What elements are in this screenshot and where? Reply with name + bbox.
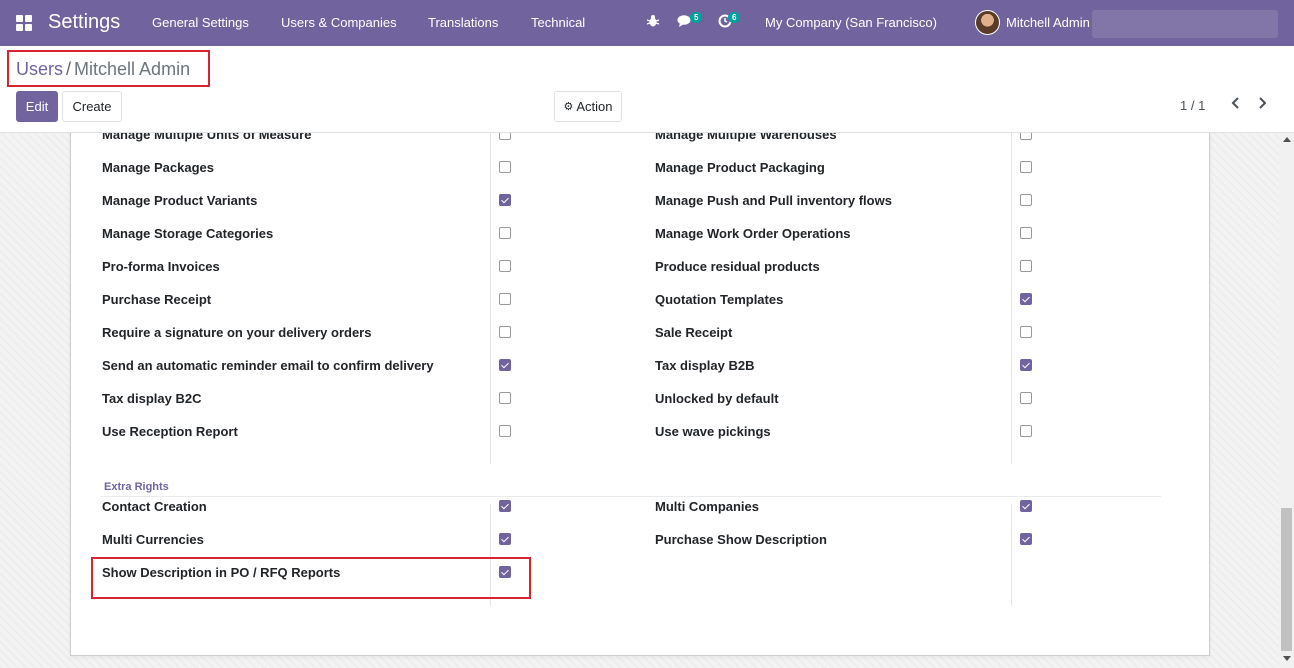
checkbox-unlocked-by-default[interactable] xyxy=(1020,392,1032,404)
edit-button[interactable]: Edit xyxy=(16,91,58,122)
menu-technical[interactable]: Technical xyxy=(531,15,585,30)
right-label-unlocked-by-default: Unlocked by default xyxy=(655,391,779,406)
right-label-multi-companies: Multi Companies xyxy=(655,499,760,514)
checkbox-manage-storage-categories[interactable] xyxy=(499,227,511,239)
extra-rights-title: Extra Rights xyxy=(104,481,169,493)
bug-icon[interactable] xyxy=(646,14,660,31)
chevron-right-icon[interactable] xyxy=(1258,96,1268,114)
user-menu[interactable]: Mitchell Admin xyxy=(1006,15,1090,30)
checkbox-manage-push-and-pull-inventory-flows[interactable] xyxy=(1020,194,1032,206)
extra-divider-right xyxy=(1011,504,1012,606)
checkbox-manage-product-packaging[interactable] xyxy=(1020,161,1032,173)
right-label-purchase-show-description: Purchase Show Description xyxy=(655,532,827,547)
right-label-require-a-signature-on-your-delivery-orders: Require a signature on your delivery ord… xyxy=(102,325,372,340)
action-label: Action xyxy=(576,99,613,114)
checkbox-tax-display-b2b[interactable] xyxy=(1020,359,1032,371)
right-label-manage-storage-categories: Manage Storage Categories xyxy=(102,226,274,241)
action-button[interactable]: ⚙ Action xyxy=(554,91,622,122)
right-label-manage-work-order-operations: Manage Work Order Operations xyxy=(655,226,851,241)
right-label-use-reception-report: Use Reception Report xyxy=(102,424,238,439)
pager-value[interactable]: 1 / 1 xyxy=(1180,98,1205,113)
scroll-up-arrow[interactable] xyxy=(1283,137,1291,142)
top-navbar: Settings General Settings Users & Compan… xyxy=(0,0,1294,46)
checkbox-manage-multiple-units-of-measure[interactable] xyxy=(499,133,511,140)
apps-grid-icon[interactable] xyxy=(16,15,32,31)
user-avatar[interactable] xyxy=(975,10,1000,35)
right-label-tax-display-b2b: Tax display B2B xyxy=(655,358,755,373)
checkbox-pro-forma-invoices[interactable] xyxy=(499,260,511,272)
scroll-thumb[interactable] xyxy=(1281,508,1292,651)
app-title[interactable]: Settings xyxy=(48,11,120,34)
right-label-sale-receipt: Sale Receipt xyxy=(655,325,733,340)
checkbox-manage-work-order-operations[interactable] xyxy=(1020,227,1032,239)
checkbox-use-wave-pickings[interactable] xyxy=(1020,425,1032,437)
checkbox-tax-display-b2c[interactable] xyxy=(499,392,511,404)
right-label-produce-residual-products: Produce residual products xyxy=(655,259,820,274)
checkbox-purchase-receipt[interactable] xyxy=(499,293,511,305)
control-panel: Users / Mitchell Admin Edit Create ⚙ Action… xyxy=(0,46,1294,133)
section-divider xyxy=(101,496,1161,497)
right-label-manage-push-and-pull-inventory-flows: Manage Push and Pull inventory flows xyxy=(655,193,892,208)
column-divider-left xyxy=(490,133,491,464)
right-label-multi-currencies: Multi Currencies xyxy=(102,532,204,547)
menu-users-companies[interactable]: Users & Companies xyxy=(281,15,397,30)
highlight-breadcrumb xyxy=(7,50,210,87)
right-label-use-wave-pickings: Use wave pickings xyxy=(655,424,771,439)
activities-badge: 6 xyxy=(728,12,741,23)
checkbox-multi-currencies[interactable] xyxy=(499,533,511,545)
scroll-down-arrow[interactable] xyxy=(1283,656,1291,661)
right-label-manage-product-variants: Manage Product Variants xyxy=(102,193,258,208)
form-sheet: Manage Multiple Units of Measure Manage P… xyxy=(70,133,1210,656)
checkbox-manage-packages[interactable] xyxy=(499,161,511,173)
checkbox-manage-product-variants[interactable] xyxy=(499,194,511,206)
right-label-quotation-templates: Quotation Templates xyxy=(655,292,784,307)
right-label-contact-creation: Contact Creation xyxy=(102,499,207,514)
checkbox-send-an-automatic-reminder-email-to-confirm-delivery[interactable] xyxy=(499,359,511,371)
checkbox-produce-residual-products[interactable] xyxy=(1020,260,1032,272)
right-label-tax-display-b2c: Tax display B2C xyxy=(102,391,202,406)
right-label-send-an-automatic-reminder-email-to-confirm-delivery: Send an automatic reminder email to conf… xyxy=(102,358,434,373)
gear-icon: ⚙ xyxy=(563,101,574,113)
navbar-blurred-area xyxy=(1092,10,1278,38)
company-switcher[interactable]: My Company (San Francisco) xyxy=(765,15,937,30)
right-label-manage-packages: Manage Packages xyxy=(102,160,215,175)
right-label-manage-product-packaging: Manage Product Packaging xyxy=(655,160,825,175)
checkbox-require-a-signature-on-your-delivery-orders[interactable] xyxy=(499,326,511,338)
create-button[interactable]: Create xyxy=(62,91,122,122)
column-divider-right xyxy=(1011,133,1012,464)
right-label-purchase-receipt: Purchase Receipt xyxy=(102,292,212,307)
right-label-manage-multiple-warehouses: Manage Multiple Warehouses xyxy=(655,133,837,142)
checkbox-use-reception-report[interactable] xyxy=(499,425,511,437)
menu-translations[interactable]: Translations xyxy=(428,15,498,30)
checkbox-purchase-show-description[interactable] xyxy=(1020,533,1032,545)
right-label-pro-forma-invoices: Pro-forma Invoices xyxy=(102,259,220,274)
messages-badge: 5 xyxy=(690,12,703,23)
chevron-left-icon[interactable] xyxy=(1230,96,1240,114)
checkbox-multi-companies[interactable] xyxy=(1020,500,1032,512)
menu-general-settings[interactable]: General Settings xyxy=(152,15,249,30)
checkbox-manage-multiple-warehouses[interactable] xyxy=(1020,133,1032,140)
highlight-show-description xyxy=(91,557,531,599)
checkbox-contact-creation[interactable] xyxy=(499,500,511,512)
checkbox-sale-receipt[interactable] xyxy=(1020,326,1032,338)
right-label-manage-multiple-units-of-measure: Manage Multiple Units of Measure xyxy=(102,133,312,142)
checkbox-quotation-templates[interactable] xyxy=(1020,293,1032,305)
form-view: Manage Multiple Units of Measure Manage P… xyxy=(0,133,1294,668)
